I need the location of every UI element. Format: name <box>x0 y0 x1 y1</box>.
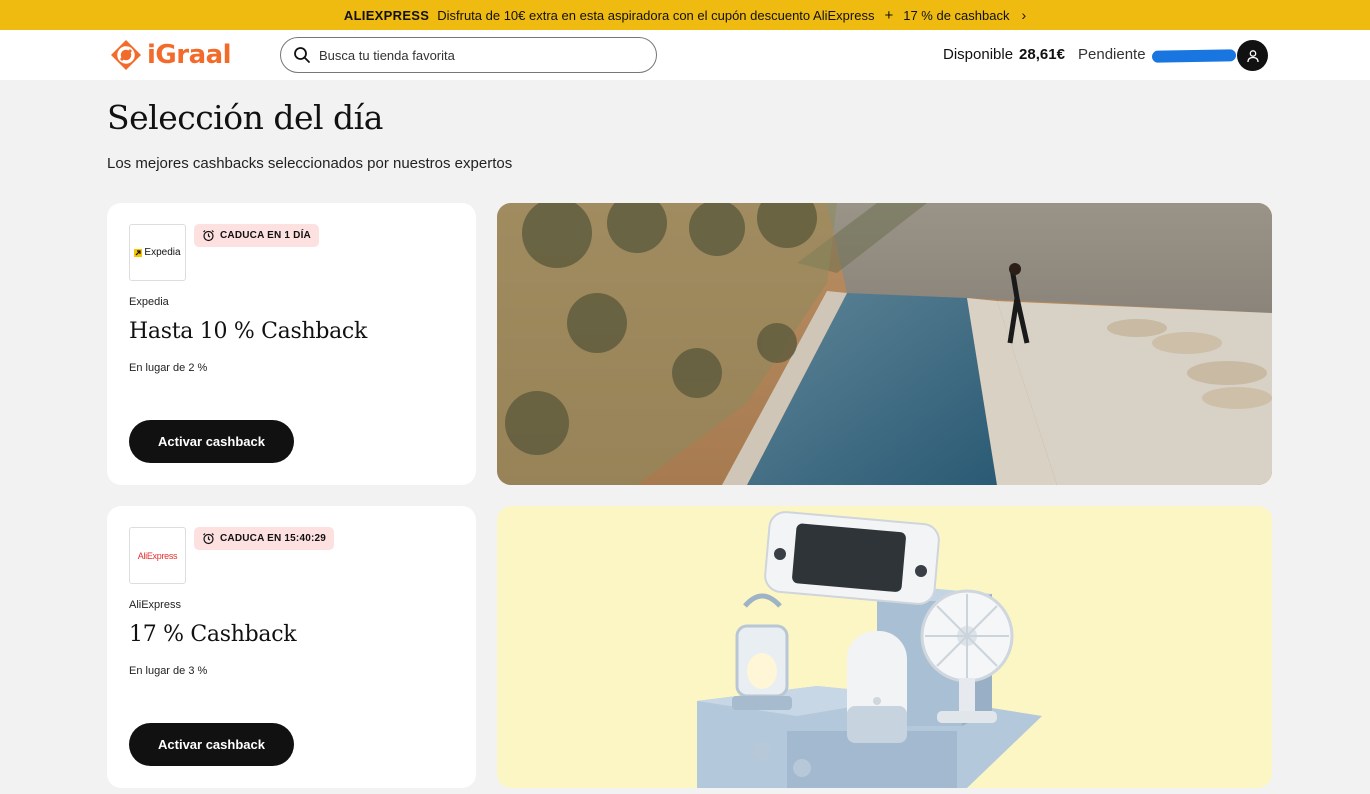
activate-cashback-button[interactable]: Activar cashback <box>129 420 294 463</box>
alarm-clock-icon <box>203 230 214 242</box>
expiry-badge: CADUCA EN 15:40:29 <box>194 527 335 550</box>
expiry-badge: CADUCA EN 1 DÍA <box>194 224 319 247</box>
promo-extra: 17 % de cashback <box>903 7 1010 23</box>
offer-card-expedia[interactable]: Expedia CADUCA EN 1 DÍA Expedia Hasta 10… <box>107 203 476 485</box>
header: iGraal Disponible 28,61€ Pendiente <box>0 30 1370 80</box>
cashback-rate: 17 % Cashback <box>129 622 297 647</box>
search-input[interactable] <box>319 47 639 63</box>
expiry-text: CADUCA EN 1 DÍA <box>220 230 311 241</box>
page-title: Selección del día <box>107 98 383 137</box>
igraal-logo[interactable]: iGraal <box>110 39 232 71</box>
redacted-pending-amount <box>1151 49 1237 63</box>
available-amount: 28,61€ <box>1019 46 1065 63</box>
promo-bar[interactable]: ALIEXPRESS Disfruta de 10€ extra en esta… <box>0 0 1370 30</box>
previous-rate: En lugar de 2 % <box>129 362 208 374</box>
chevron-right-icon: › <box>1021 7 1027 23</box>
balance-available[interactable]: Disponible 28,61€ <box>943 46 1065 63</box>
previous-rate: En lugar de 3 % <box>129 665 208 677</box>
search-box[interactable] <box>280 37 657 73</box>
cashback-rate: Hasta 10 % Cashback <box>129 319 367 344</box>
page-subtitle: Los mejores cashbacks seleccionados por … <box>107 155 513 172</box>
offer-card-aliexpress[interactable]: AliExpress CADUCA EN 15:40:29 AliExpress… <box>107 506 476 788</box>
aliexpress-logo: AliExpress <box>129 527 186 584</box>
expedia-logo-text: Expedia <box>144 247 181 258</box>
promo-plus: + <box>884 6 894 24</box>
pending-label[interactable]: Pendiente <box>1078 46 1146 63</box>
merchant-name: AliExpress <box>129 599 181 611</box>
user-avatar-button[interactable] <box>1237 40 1268 71</box>
pool-scene-illustration <box>497 203 1272 485</box>
aliexpress-logo-text: AliExpress <box>137 550 178 561</box>
available-label: Disponible <box>943 46 1014 63</box>
logo-text: iGraal <box>147 40 232 70</box>
expedia-banner-image[interactable] <box>497 203 1272 485</box>
search-icon <box>294 47 310 63</box>
merchant-name: Expedia <box>129 296 169 308</box>
expedia-logo: Expedia <box>129 224 186 281</box>
gadgets-illustration <box>697 511 1042 788</box>
activate-cashback-button[interactable]: Activar cashback <box>129 723 294 766</box>
alarm-clock-icon <box>203 533 214 545</box>
promo-brand: ALIEXPRESS <box>343 7 430 23</box>
aliexpress-banner-image[interactable] <box>497 506 1272 788</box>
promo-text: Disfruta de 10€ extra en esta aspiradora… <box>437 7 875 23</box>
expedia-arrow-icon <box>134 248 143 257</box>
igraal-logo-icon <box>111 40 141 70</box>
user-icon <box>1246 49 1259 62</box>
expiry-text: CADUCA EN 15:40:29 <box>220 533 327 544</box>
